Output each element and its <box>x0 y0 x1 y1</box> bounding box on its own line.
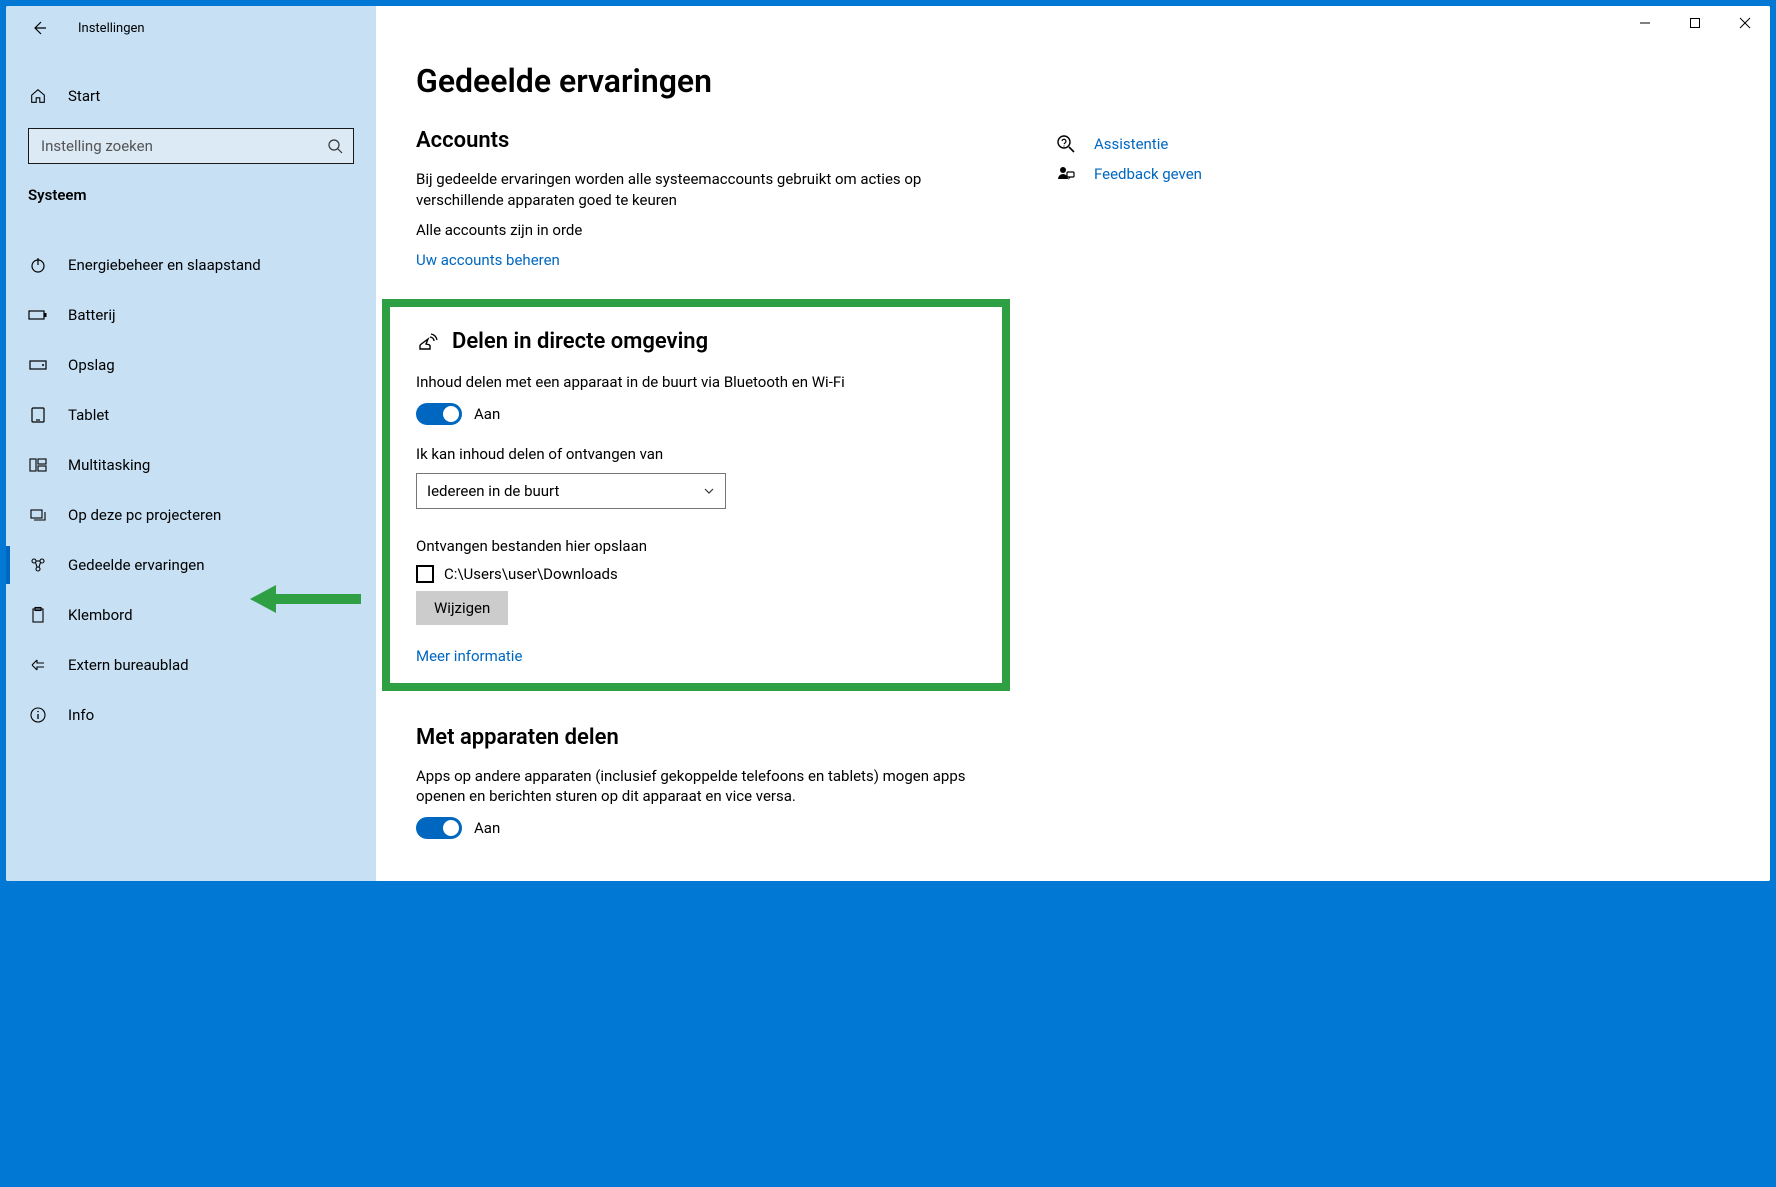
sidebar-item-shared-experiences[interactable]: Gedeelde ervaringen <box>6 540 376 590</box>
more-info-link[interactable]: Meer informatie <box>416 647 522 665</box>
save-path-value: C:\Users\user\Downloads <box>444 565 618 583</box>
sidebar-item-project[interactable]: Op deze pc projecteren <box>6 490 376 540</box>
sidebar-item-multitask[interactable]: Multitasking <box>6 440 376 490</box>
across-devices-heading: Met apparaten delen <box>416 725 976 750</box>
settings-window: Instellingen Start Systeem <box>6 6 1770 881</box>
help-icon <box>1056 134 1076 154</box>
select-value: Iedereen in de buurt <box>427 482 559 500</box>
search-icon <box>327 138 343 154</box>
sidebar-item-label: Extern bureaublad <box>68 656 189 674</box>
across-devices-section: Met apparaten delen Apps op andere appar… <box>416 725 976 839</box>
annotation-highlight-box: Delen in directe omgeving Inhoud delen m… <box>382 299 1010 691</box>
share-across-devices-toggle[interactable] <box>416 817 462 839</box>
sidebar-item-label: Tablet <box>68 406 109 424</box>
receive-from-label: Ik kan inhoud delen of ontvangen van <box>416 445 976 463</box>
receive-from-select[interactable]: Iedereen in de buurt <box>416 473 726 509</box>
save-to-label: Ontvangen bestanden hier opslaan <box>416 537 976 555</box>
sidebar-item-partial[interactable] <box>6 218 376 236</box>
search-box[interactable] <box>28 128 354 164</box>
battery-icon <box>28 305 48 325</box>
sidebar-item-label: Multitasking <box>68 456 150 474</box>
main-panel: Gedeelde ervaringen Accounts Bij gedeeld… <box>376 6 1770 881</box>
feedback-link-label: Feedback geven <box>1094 165 1202 183</box>
toggle-state-label: Aan <box>474 405 500 423</box>
remote-icon <box>28 655 48 675</box>
sidebar-item-battery[interactable]: Batterij <box>6 290 376 340</box>
feedback-link[interactable]: Feedback geven <box>1056 164 1202 184</box>
home-nav[interactable]: Start <box>6 70 376 122</box>
sidebar-item-label: Klembord <box>68 606 133 624</box>
minimize-button[interactable] <box>1620 6 1670 40</box>
chevron-down-icon <box>703 485 715 497</box>
toggle-state-label: Aan <box>474 819 500 837</box>
accounts-heading: Accounts <box>416 128 976 153</box>
placeholder-icon <box>28 218 48 234</box>
change-folder-button[interactable]: Wijzigen <box>416 591 508 625</box>
content-column: Accounts Bij gedeelde ervaringen worden … <box>416 128 976 869</box>
accounts-status: Alle accounts zijn in orde <box>416 220 976 241</box>
project-icon <box>28 505 48 525</box>
sidebar-item-about[interactable]: Info <box>6 690 376 740</box>
search-container <box>6 122 376 178</box>
nearby-share-icon <box>416 330 440 354</box>
search-input[interactable] <box>39 136 327 156</box>
nav-list[interactable]: Energiebeheer en slaapstand Batterij Ops… <box>6 218 376 881</box>
accounts-desc: Bij gedeelde ervaringen worden alle syst… <box>416 169 976 210</box>
help-link-label: Assistentie <box>1094 135 1168 153</box>
share-icon <box>28 555 48 575</box>
sidebar-item-clipboard[interactable]: Klembord <box>6 590 376 640</box>
sidebar-item-power[interactable]: Energiebeheer en slaapstand <box>6 240 376 290</box>
sidebar-item-label: Energiebeheer en slaapstand <box>68 256 261 274</box>
back-button[interactable] <box>24 13 54 43</box>
home-label: Start <box>68 87 100 105</box>
help-link[interactable]: Assistentie <box>1056 134 1202 154</box>
maximize-button[interactable] <box>1670 6 1720 40</box>
sidebar-item-storage[interactable]: Opslag <box>6 340 376 390</box>
manage-accounts-link[interactable]: Uw accounts beheren <box>416 251 560 269</box>
sidebar-item-tablet[interactable]: Tablet <box>6 390 376 440</box>
sidebar-item-label: Op deze pc projecteren <box>68 506 221 524</box>
home-icon <box>28 86 48 106</box>
sidebar-item-label: Gedeelde ervaringen <box>68 556 204 574</box>
sidebar-item-remote-desktop[interactable]: Extern bureaublad <box>6 640 376 690</box>
sidebar-item-label: Opslag <box>68 356 115 374</box>
across-devices-desc: Apps op andere apparaten (inclusief geko… <box>416 766 976 807</box>
info-icon <box>28 705 48 725</box>
folder-icon <box>416 565 434 583</box>
sidebar-item-label: Batterij <box>68 306 116 324</box>
nearby-heading: Delen in directe omgeving <box>452 329 708 354</box>
tablet-icon <box>28 405 48 425</box>
clipboard-icon <box>28 605 48 625</box>
sidebar: Instellingen Start Systeem <box>6 6 376 881</box>
side-links: Assistentie Feedback geven <box>1056 128 1202 194</box>
save-path-row: C:\Users\user\Downloads <box>416 565 976 583</box>
feedback-icon <box>1056 164 1076 184</box>
multitask-icon <box>28 455 48 475</box>
nearby-sharing-toggle[interactable] <box>416 403 462 425</box>
accounts-section: Accounts Bij gedeelde ervaringen worden … <box>416 128 976 269</box>
nearby-desc: Inhoud delen met een apparaat in de buur… <box>416 372 976 393</box>
sidebar-item-label: Info <box>68 706 94 724</box>
window-controls <box>1620 6 1770 40</box>
window-title: Instellingen <box>78 21 145 36</box>
close-button[interactable] <box>1720 6 1770 40</box>
titlebar: Instellingen <box>6 10 376 46</box>
page-title: Gedeelde ervaringen <box>416 62 1730 100</box>
storage-icon <box>28 355 48 375</box>
category-heading: Systeem <box>6 178 376 218</box>
power-icon <box>28 255 48 275</box>
